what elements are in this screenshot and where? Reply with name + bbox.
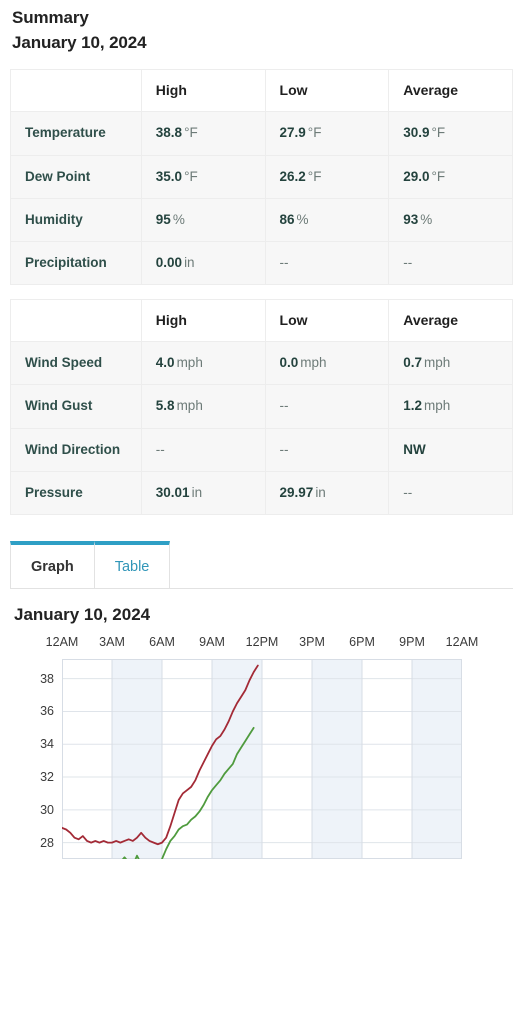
chart-title: January 10, 2024 bbox=[14, 605, 151, 625]
conditions-table-head: High Low Average bbox=[10, 69, 513, 113]
cell-average: -- bbox=[388, 470, 513, 516]
y-tick-label: 38 bbox=[40, 671, 54, 686]
cell-high: 4.0 mph bbox=[140, 341, 266, 386]
y-tick-label: 28 bbox=[40, 835, 54, 850]
cell-low: 27.9 °F bbox=[264, 111, 390, 156]
chart-band bbox=[212, 659, 262, 860]
table-row: Wind Gust 5.8 mph -- 1.2 mph bbox=[10, 384, 513, 429]
table-row: Precipitation 0.00 in -- -- bbox=[10, 240, 513, 286]
chart-band bbox=[312, 659, 362, 860]
x-tick-label: 3AM bbox=[99, 635, 125, 650]
y-tick-label: 36 bbox=[40, 704, 54, 719]
x-tick-label: 12PM bbox=[245, 635, 279, 650]
column-header-high: High bbox=[141, 69, 266, 113]
row-label: Humidity bbox=[10, 197, 142, 242]
cell-average: 1.2 mph bbox=[388, 384, 513, 429]
x-tick-label: 6PM bbox=[349, 635, 375, 650]
row-label: Pressure bbox=[10, 470, 142, 516]
x-tick-label: 6AM bbox=[149, 635, 175, 650]
chart-plot-holder: 38 36 34 32 30 28 bbox=[10, 659, 513, 860]
row-label: Wind Gust bbox=[10, 384, 142, 429]
cell-low: 0.0 mph bbox=[264, 341, 390, 386]
cell-high: 38.8 °F bbox=[140, 111, 266, 156]
temperature-dewpoint-line-chart[interactable] bbox=[62, 659, 462, 860]
tabs-filler bbox=[170, 541, 513, 588]
chart-band bbox=[412, 659, 462, 860]
conditions-table-wrap: High Low Average Temperature 38.8 °F 27.9 °F… bbox=[0, 69, 523, 286]
column-header-low: Low bbox=[265, 299, 390, 343]
column-header-blank bbox=[10, 299, 142, 343]
chart-y-axis: 38 36 34 32 30 28 bbox=[10, 659, 58, 859]
cell-low: -- bbox=[264, 240, 390, 286]
tab-table[interactable]: Table bbox=[94, 541, 171, 589]
cell-average: 29.0 °F bbox=[388, 154, 513, 199]
chart-region: January 10, 2024 12AM 3AM 6AM 9AM 12PM 3PM 6PM… bbox=[0, 605, 523, 865]
column-header-average: Average bbox=[388, 69, 513, 113]
row-label: Wind Direction bbox=[10, 427, 142, 472]
wind-table-head: High Low Average bbox=[10, 299, 513, 343]
chart-box: 12AM 3AM 6AM 9AM 12PM 3PM 6PM 9PM 12AM 38 36 34 32 3… bbox=[10, 635, 513, 865]
column-header-blank bbox=[10, 69, 142, 113]
cell-low: 26.2 °F bbox=[264, 154, 390, 199]
cell-high: 0.00 in bbox=[140, 240, 266, 286]
row-label: Wind Speed bbox=[10, 341, 142, 386]
table-header-row: High Low Average bbox=[10, 299, 513, 343]
table-row: Pressure 30.01 in 29.97 in -- bbox=[10, 470, 513, 516]
x-tick-label: 12AM bbox=[45, 635, 79, 650]
y-tick-label: 32 bbox=[40, 770, 54, 785]
page-date: January 10, 2024 bbox=[12, 32, 147, 52]
view-tabs-region: Graph Table bbox=[0, 541, 523, 590]
conditions-table: High Low Average Temperature 38.8 °F 27.9 °F… bbox=[10, 69, 513, 286]
cell-average: NW bbox=[388, 427, 513, 472]
column-header-low: Low bbox=[265, 69, 390, 113]
cell-average: 30.9 °F bbox=[388, 111, 513, 156]
row-label: Dew Point bbox=[10, 154, 142, 199]
wind-table-wrap: High Low Average Wind Speed 4.0 mph 0.0 mph 0… bbox=[0, 299, 523, 516]
summary-header: Summary January 10, 2024 bbox=[0, 0, 523, 55]
cell-low: 29.97 in bbox=[264, 470, 390, 516]
x-tick-label: 9AM bbox=[199, 635, 225, 650]
x-tick-label: 12AM bbox=[445, 635, 479, 650]
table-row: Temperature 38.8 °F 27.9 °F 30.9 °F bbox=[10, 111, 513, 156]
cell-average: -- bbox=[388, 240, 513, 286]
cell-low: 86% bbox=[264, 197, 390, 242]
column-header-average: Average bbox=[388, 299, 513, 343]
chart-x-axis: 12AM 3AM 6AM 9AM 12PM 3PM 6PM 9PM 12AM bbox=[46, 635, 479, 655]
cell-average: 93% bbox=[388, 197, 513, 242]
y-tick-label: 34 bbox=[40, 737, 54, 752]
wind-table: High Low Average Wind Speed 4.0 mph 0.0 mph 0… bbox=[10, 299, 513, 516]
row-label: Precipitation bbox=[10, 240, 142, 286]
cell-high: 95% bbox=[140, 197, 266, 242]
cell-low: -- bbox=[264, 384, 390, 429]
x-tick-label: 3PM bbox=[299, 635, 325, 650]
cell-low: -- bbox=[264, 427, 390, 472]
conditions-table-body: Temperature 38.8 °F 27.9 °F 30.9 °F Dew Point 35… bbox=[10, 111, 513, 286]
table-row: Humidity 95% 86% 93% bbox=[10, 197, 513, 242]
cell-high: 35.0 °F bbox=[140, 154, 266, 199]
cell-high: -- bbox=[140, 427, 266, 472]
page-title: Summary bbox=[12, 8, 89, 27]
column-header-high: High bbox=[141, 299, 266, 343]
y-tick-label: 30 bbox=[40, 802, 54, 817]
weather-summary-page: Summary January 10, 2024 High Low Averag… bbox=[0, 0, 523, 1024]
table-header-row: High Low Average bbox=[10, 69, 513, 113]
cell-high: 30.01 in bbox=[140, 470, 266, 516]
view-tabs: Graph Table bbox=[10, 541, 513, 590]
wind-table-body: Wind Speed 4.0 mph 0.0 mph 0.7 mph Wind Gust 5.8… bbox=[10, 341, 513, 516]
chart-band bbox=[112, 659, 162, 860]
table-row: Dew Point 35.0 °F 26.2 °F 29.0 °F bbox=[10, 154, 513, 199]
tab-graph[interactable]: Graph bbox=[10, 541, 95, 589]
row-label: Temperature bbox=[10, 111, 142, 156]
table-row: Wind Direction -- -- NW bbox=[10, 427, 513, 472]
cell-average: 0.7 mph bbox=[388, 341, 513, 386]
table-row: Wind Speed 4.0 mph 0.0 mph 0.7 mph bbox=[10, 341, 513, 386]
cell-high: 5.8 mph bbox=[140, 384, 266, 429]
x-tick-label: 9PM bbox=[399, 635, 425, 650]
